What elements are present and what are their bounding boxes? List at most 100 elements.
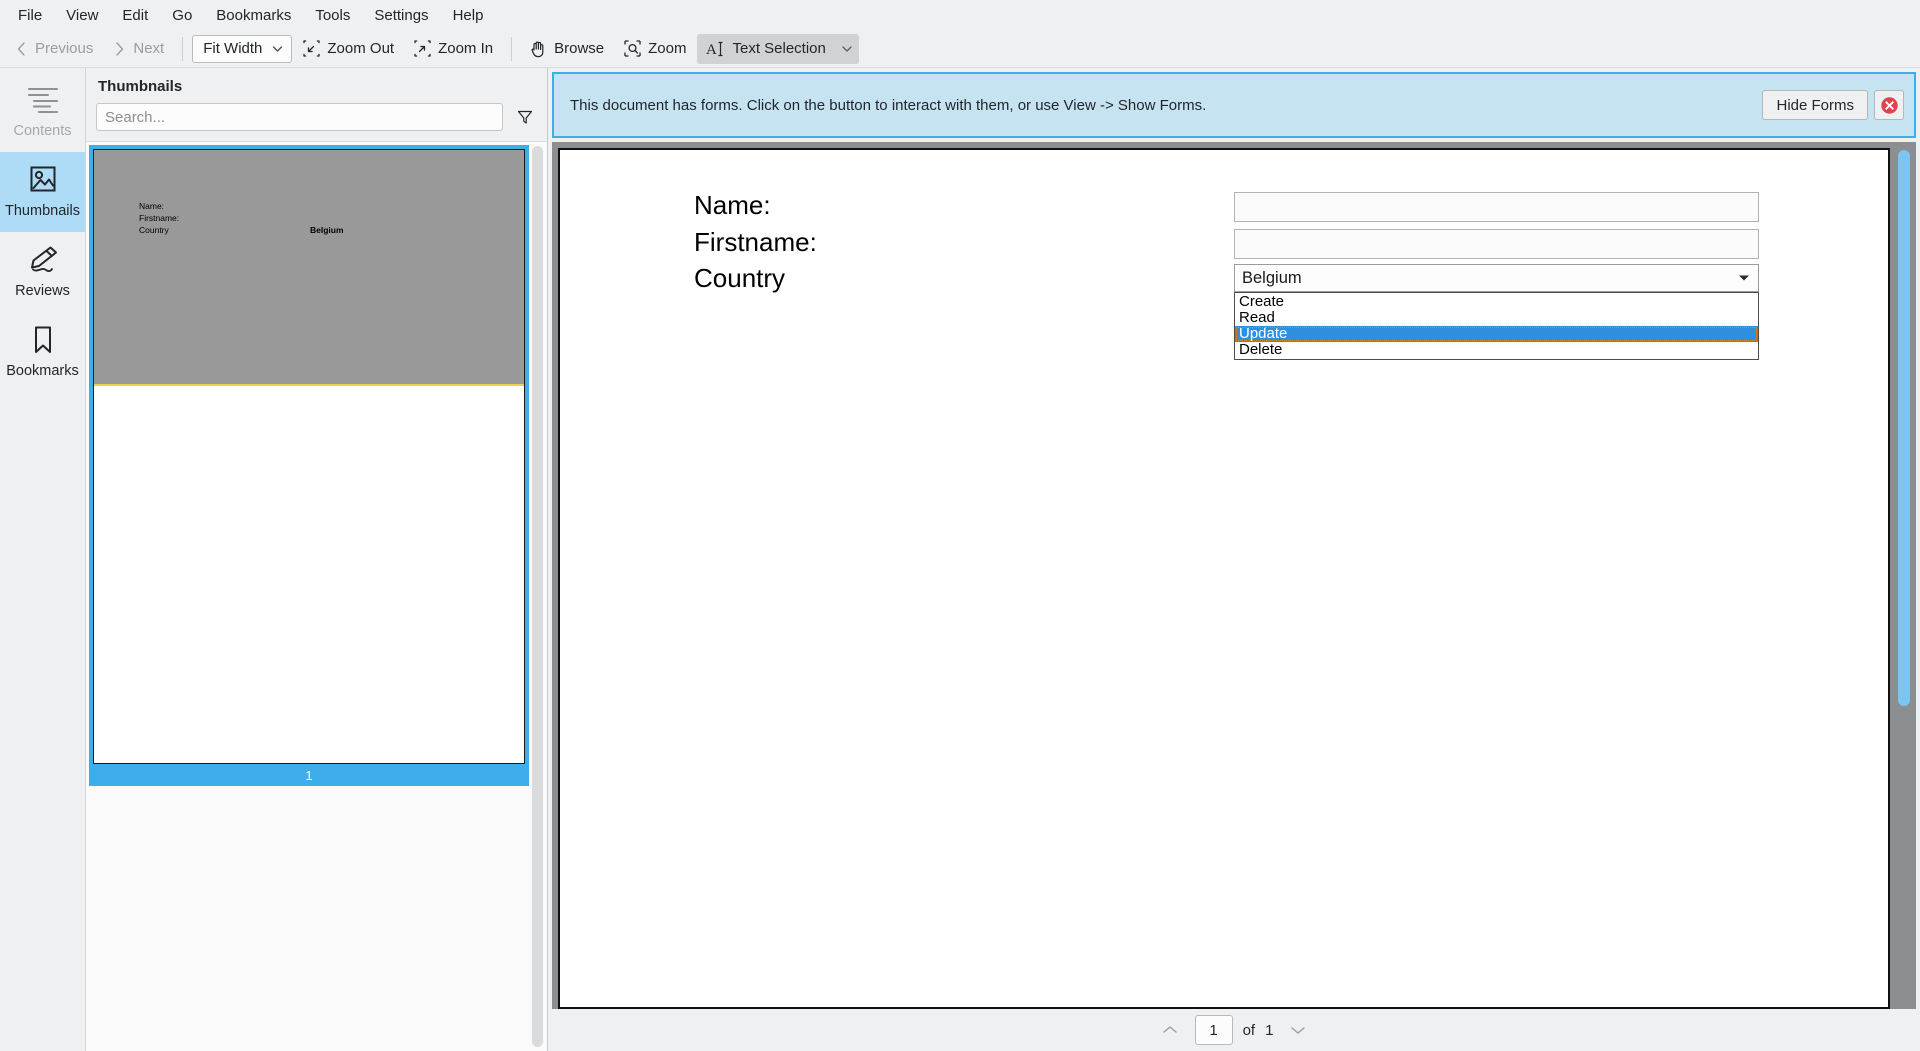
text-cursor-icon: A [706,40,725,58]
field-label-firstname: Firstname: [694,227,817,257]
hand-icon [530,40,547,58]
thumbnail-preview-line-2: Firstname: [139,213,180,223]
sidebar-label-contents: Contents [13,123,72,139]
chevron-right-icon [113,41,126,57]
thumbnail-viewport-overlay [94,150,524,386]
previous-page-button[interactable] [1155,1017,1185,1043]
sidebar-item-thumbnails[interactable]: Thumbnails [0,152,85,232]
browse-button[interactable]: Browse [521,34,613,64]
thumbnail-page-preview: Name: Firstname: Country Belgium [93,149,525,764]
chevron-down-icon [272,45,283,53]
text-selection-button[interactable]: A Text Selection [697,33,859,64]
thumbnail-preview-line-3: Country [139,225,169,235]
thumbnails-scrollbar-thumb[interactable] [532,146,543,1047]
sidebar-item-reviews[interactable]: Reviews [0,232,85,312]
country-select[interactable]: Belgium [1234,264,1759,292]
dropdown-option-create[interactable]: Create [1235,294,1758,310]
field-label-name: Name: [694,190,771,220]
total-pages-label: 1 [1265,1021,1274,1039]
menu-bar: File View Edit Go Bookmarks Tools Settin… [0,0,1920,30]
chevron-down-icon[interactable] [841,45,853,53]
pdf-page: Name: Firstname: Country Belgium Create … [558,148,1890,1009]
bookmarks-icon [26,325,60,355]
filter-funnel-icon [516,108,534,126]
dropdown-option-update[interactable]: Update [1235,326,1758,342]
menu-item-go[interactable]: Go [160,3,204,28]
main-body: Contents Thumbnails Reviews Bookmarks Th… [0,68,1920,1051]
browse-label: Browse [554,40,605,57]
menu-item-file[interactable]: File [6,3,54,28]
thumbnail-preview-line-1: Name: [139,201,165,211]
sidebar-label-reviews: Reviews [15,283,70,299]
dropdown-option-read[interactable]: Read [1235,310,1758,326]
zoom-out-button[interactable]: Zoom Out [294,34,403,64]
menu-item-settings[interactable]: Settings [362,3,440,28]
sidebar-label-bookmarks: Bookmarks [6,363,79,379]
document-scrollbar-thumb[interactable] [1898,150,1910,706]
menu-item-help[interactable]: Help [441,3,496,28]
sidebar-item-bookmarks[interactable]: Bookmarks [0,312,85,392]
page-area[interactable]: Name: Firstname: Country Belgium Create … [552,142,1916,1009]
zoom-out-icon [303,40,321,57]
thumbnails-icon [26,165,60,195]
country-dropdown-list[interactable]: Create Read Update Delete [1234,292,1759,360]
forms-notification-message: This document has forms. Click on the bu… [570,96,1207,114]
thumbnail-preview-value: Belgium [310,225,344,235]
dropdown-option-delete[interactable]: Delete [1235,342,1758,358]
chevron-up-icon [1161,1024,1179,1036]
menu-item-view[interactable]: View [54,3,110,28]
zoom-in-icon [414,40,431,57]
toolbar-separator-2 [511,36,513,61]
menu-item-tools[interactable]: Tools [303,3,362,28]
status-bar: of 1 [548,1009,1920,1051]
menu-item-bookmarks[interactable]: Bookmarks [204,3,303,28]
hide-forms-button[interactable]: Hide Forms [1762,90,1868,120]
thumbnails-panel: Thumbnails Name: Firstname: [86,68,548,1051]
previous-label: Previous [35,40,94,57]
next-button[interactable]: Next [104,34,173,64]
zoom-mode-select[interactable]: Fit Width [192,34,293,63]
forms-notification-bar: This document has forms. Click on the bu… [552,72,1916,138]
firstname-input[interactable] [1234,229,1759,259]
text-selection-label: Text Selection [732,40,826,57]
reviews-icon [26,245,60,275]
filter-button[interactable] [513,105,537,129]
country-select-value: Belgium [1242,268,1302,287]
svg-text:A: A [706,42,717,58]
chevron-down-icon [1738,274,1750,282]
thumbnails-scroll-area[interactable]: Name: Firstname: Country Belgium 1 [86,141,547,1051]
okular-window: File View Edit Go Bookmarks Tools Settin… [0,0,1920,1051]
name-input[interactable] [1234,192,1759,222]
next-label: Next [133,40,165,57]
field-label-country: Country [694,263,786,293]
thumbnails-scrollbar[interactable] [532,146,543,1047]
chevron-left-icon [15,41,28,57]
zoom-tool-button[interactable]: Zoom [615,34,695,64]
sidebar-label-thumbnails: Thumbnails [5,203,80,219]
toolbar-separator-1 [182,36,184,61]
close-notification-button[interactable] [1874,90,1904,120]
previous-button[interactable]: Previous [6,34,102,64]
zoom-mode-value: Fit Width [203,40,263,57]
page-number-input[interactable] [1194,1015,1233,1045]
next-page-button[interactable] [1283,1017,1313,1043]
sidebar-item-contents[interactable]: Contents [0,72,85,152]
zoom-in-button[interactable]: Zoom In [405,34,502,64]
zoom-tool-label: Zoom [648,40,687,57]
navigation-rail: Contents Thumbnails Reviews Bookmarks [0,68,86,1051]
thumbnail-item-1[interactable]: Name: Firstname: Country Belgium 1 [89,145,529,786]
thumbnails-search-row [86,103,547,141]
chevron-down-icon [1289,1024,1307,1036]
contents-icon [26,85,60,115]
close-circle-icon [1880,96,1899,115]
zoom-select-icon [624,40,641,57]
main-toolbar: Previous Next Fit Width Zoom Out Zoom In… [0,30,1920,68]
page-of-label: of [1242,1021,1256,1039]
zoom-in-label: Zoom In [438,40,494,57]
zoom-out-label: Zoom Out [327,40,395,57]
menu-item-edit[interactable]: Edit [110,3,160,28]
document-viewer: This document has forms. Click on the bu… [548,68,1920,1051]
search-input[interactable] [96,103,503,131]
thumbnails-panel-title: Thumbnails [98,78,183,95]
document-scrollbar[interactable] [1898,150,1910,706]
